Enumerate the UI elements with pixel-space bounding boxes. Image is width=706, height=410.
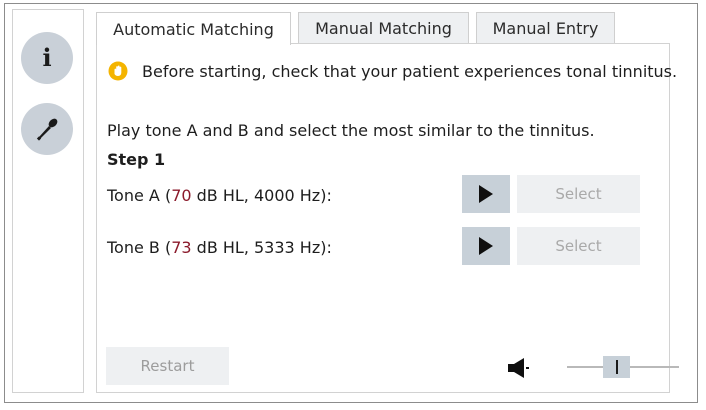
tab-manual-entry[interactable]: Manual Entry	[476, 12, 615, 44]
speaker-icon	[508, 358, 529, 378]
select-tone-a-button[interactable]: Select	[517, 175, 640, 213]
tone-a-level: 70	[171, 186, 192, 205]
play-tone-b-button[interactable]	[462, 227, 510, 265]
notice: Before starting, check that your patient…	[108, 61, 677, 81]
play-tone-a-button[interactable]	[462, 175, 510, 213]
tab-automatic-matching[interactable]: Automatic Matching	[96, 12, 291, 45]
step-label: Step 1	[107, 150, 166, 169]
tab-label: Manual Entry	[492, 19, 599, 38]
tone-a-label: Tone A (70 dB HL, 4000 Hz):	[107, 186, 332, 205]
microphone-icon	[36, 118, 58, 141]
notice-text: Before starting, check that your patient…	[142, 61, 678, 81]
tab-label: Automatic Matching	[113, 19, 274, 39]
tone-b-level: 73	[171, 238, 192, 257]
select-tone-b-button[interactable]: Select	[517, 227, 640, 265]
tab-manual-matching[interactable]: Manual Matching	[298, 12, 469, 44]
play-icon	[479, 237, 493, 255]
automatic-matching-panel	[96, 43, 670, 393]
hand-icon	[108, 61, 128, 81]
volume-slider-thumb[interactable]	[603, 356, 630, 378]
play-icon	[479, 185, 493, 203]
instruction-text: Play tone A and B and select the most si…	[107, 121, 595, 140]
slider-grip	[615, 360, 618, 374]
info-button[interactable]: i	[21, 32, 73, 84]
restart-button[interactable]: Restart	[106, 347, 229, 385]
sidebar: i	[12, 9, 84, 393]
tab-label: Manual Matching	[315, 19, 452, 38]
microphone-button[interactable]	[21, 103, 73, 155]
info-icon: i	[42, 43, 52, 72]
tone-b-label: Tone B (73 dB HL, 5333 Hz):	[107, 238, 332, 257]
